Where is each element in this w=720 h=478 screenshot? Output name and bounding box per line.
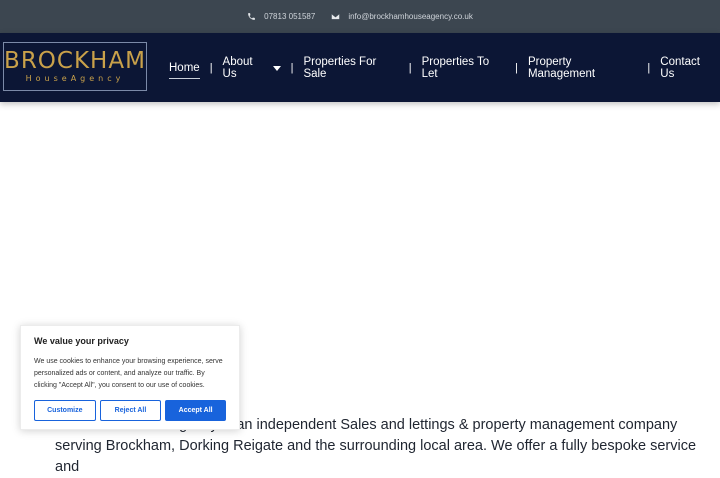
accept-all-button[interactable]: Accept All <box>165 400 226 421</box>
main-nav: Home | About Us | Properties For Sale | … <box>164 33 720 102</box>
phone-contact[interactable]: 07813 051587 <box>247 12 315 21</box>
nav-contact-us[interactable]: Contact Us <box>655 56 720 80</box>
envelope-icon <box>331 13 340 20</box>
nav-properties-to-let[interactable]: Properties To Let <box>417 56 510 80</box>
nav-home[interactable]: Home <box>164 62 205 79</box>
reject-all-button[interactable]: Reject All <box>99 400 162 421</box>
logo-sub-text: HouseAgency <box>25 73 125 83</box>
customize-button[interactable]: Customize <box>34 400 96 421</box>
cookie-consent-banner: We value your privacy We use cookies to … <box>20 325 240 430</box>
nav-about-us-label: About Us <box>222 55 253 80</box>
nav-separator: | <box>515 61 518 74</box>
caret-down-icon <box>272 65 281 71</box>
nav-separator: | <box>290 61 294 74</box>
nav-separator: | <box>408 61 412 74</box>
nav-about-us[interactable]: About Us <box>218 56 286 80</box>
nav-properties-for-sale[interactable]: Properties For Sale <box>298 56 403 80</box>
cookie-body: We use cookies to enhance your browsing … <box>34 358 223 389</box>
nav-property-management[interactable]: Property Management <box>523 56 642 80</box>
logo-main-text: BROCKHAM <box>4 47 146 74</box>
nav-separator: | <box>647 61 651 74</box>
site-header: BROCKHAM HouseAgency Home | About Us | P… <box>0 33 720 102</box>
phone-number[interactable]: 07813 051587 <box>264 12 315 21</box>
nav-separator: | <box>209 61 213 74</box>
brockham-logo[interactable]: BROCKHAM HouseAgency <box>3 42 147 91</box>
email-address[interactable]: info@brockhamhouseagency.co.uk <box>348 12 473 21</box>
cookie-buttons: Customize Reject All Accept All <box>34 400 226 421</box>
cookie-title: We value your privacy <box>34 336 129 346</box>
email-contact[interactable]: info@brockhamhouseagency.co.uk <box>331 12 473 21</box>
top-contact-bar: 07813 051587 info@brockhamhouseagency.co… <box>0 0 720 33</box>
phone-icon <box>248 13 256 20</box>
